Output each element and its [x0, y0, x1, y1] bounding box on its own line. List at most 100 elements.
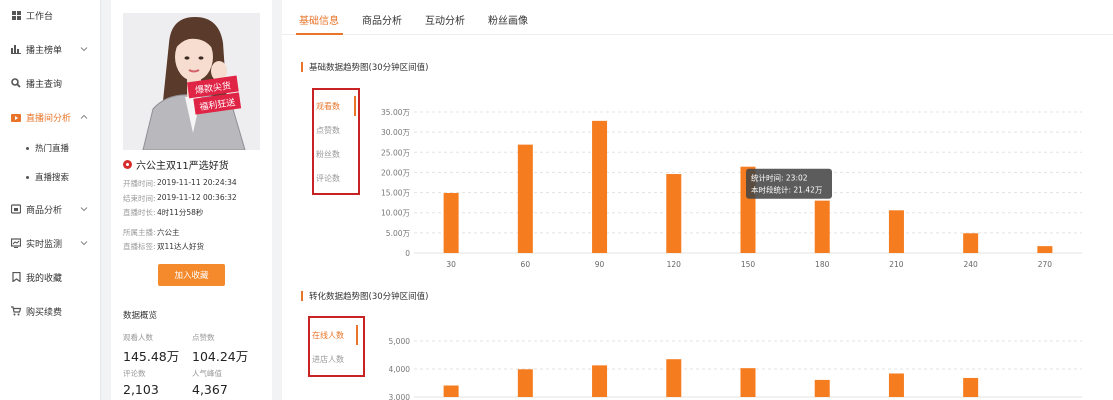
sidebar-item-label: 商品分析 — [26, 205, 63, 216]
basic-chart-title-text: 基础数据趋势图(30分钟区间值) — [309, 63, 429, 73]
end-time-value: 2019-11-12 00:36:32 — [157, 193, 237, 202]
metric-comments[interactable]: 评论数 — [316, 168, 340, 188]
x-tick-label: 90 — [595, 260, 605, 269]
tab-interaction-analysis[interactable]: 互动分析 — [425, 12, 465, 27]
active-tab-indicator — [296, 33, 343, 35]
tab-fan-profile[interactable]: 粉丝画像 — [488, 12, 528, 27]
likes-value: 104.24万 — [192, 349, 249, 364]
bar-120[interactable] — [666, 174, 682, 253]
bar-chart-icon — [11, 44, 21, 54]
owner-value[interactable]: 六公主 — [157, 227, 180, 239]
y-tick-label: 5,000 — [389, 337, 411, 346]
bar-180[interactable] — [814, 200, 830, 253]
sidebar-item-favorites[interactable]: 我的收藏 — [0, 266, 101, 288]
metric-online-users[interactable]: 在线人数 — [312, 325, 344, 345]
metric-store-visits[interactable]: 进店人数 — [312, 349, 344, 369]
main-panel: 基础信息 商品分析 互动分析 粉丝画像 基础数据趋势图(30分钟区间值) 观看数… — [282, 0, 1113, 400]
bar-60[interactable] — [517, 144, 533, 253]
conversion-bar-chart: 3,000 4,000 5,000 — [389, 337, 1082, 400]
bar-180[interactable] — [814, 379, 830, 397]
chevron-up-icon — [79, 112, 89, 122]
sidebar-item-label: 购买续费 — [26, 307, 63, 318]
y-tick-label: 20.00万 — [381, 168, 410, 177]
chevron-down-icon — [79, 44, 89, 54]
metric-views[interactable]: 观看数 — [316, 96, 340, 116]
y-tick-label: 10.00万 — [381, 209, 410, 218]
bar-90[interactable] — [592, 365, 608, 397]
title-accent — [301, 291, 303, 301]
x-tick-label: 120 — [667, 260, 682, 269]
chevron-down-icon — [79, 204, 89, 214]
end-time-label: 结束时间: — [123, 194, 156, 203]
sidebar-item-label: 播主榜单 — [26, 45, 63, 56]
sidebar-item-label: 直播搜索 — [35, 173, 70, 183]
x-tick-label: 180 — [815, 260, 830, 269]
monitor-icon — [11, 238, 21, 248]
bar-60[interactable] — [517, 369, 533, 397]
sidebar-item-label: 我的收藏 — [26, 273, 63, 284]
sidebar-item-label: 播主查询 — [26, 79, 63, 90]
y-tick-label: 30.00万 — [381, 128, 410, 137]
sidebar-item-label: 工作台 — [26, 11, 54, 22]
live-room-card: 爆款尖货 福利狂送 六公主双11严选好货 开播时间: 2019-11-11 20… — [111, 0, 272, 400]
add-favorite-button[interactable]: 加入收藏 — [158, 264, 225, 286]
bar-240[interactable] — [963, 233, 979, 253]
sidebar-subitem-hot-live[interactable]: 热门直播 — [0, 138, 101, 158]
bar-90[interactable] — [592, 120, 608, 253]
tooltip-time: 统计时间: 23:02 — [751, 173, 808, 183]
sidebar: 工作台 播主榜单 播主查询 直播间分析 热门直播 直播搜索 商品分析 实时监测 … — [0, 0, 101, 400]
end-time-row: 结束时间: 2019-11-12 00:36:32 — [123, 193, 237, 205]
duration-label: 直播时长: — [123, 208, 156, 217]
bar-120[interactable] — [666, 359, 682, 397]
sidebar-item-live-analysis[interactable]: 直播间分析 — [0, 106, 101, 128]
x-tick-label: 270 — [1038, 260, 1053, 269]
room-title-text: 六公主双11严选好货 — [136, 160, 229, 172]
sidebar-item-rankings[interactable]: 播主榜单 — [0, 38, 101, 60]
bar-270[interactable] — [1037, 246, 1053, 253]
conversion-chart-title-text: 转化数据趋势图(30分钟区间值) — [309, 292, 429, 302]
conversion-metric-selector: 在线人数 进店人数 — [308, 316, 365, 377]
x-tick-label: 30 — [446, 260, 456, 269]
tab-basic-info[interactable]: 基础信息 — [299, 12, 339, 27]
bookmark-icon — [11, 272, 21, 282]
sidebar-item-purchase[interactable]: 购买续费 — [0, 300, 101, 322]
metric-likes[interactable]: 点赞数 — [316, 120, 340, 140]
sidebar-item-label: 热门直播 — [35, 144, 70, 154]
basic-metric-selector: 观看数 点赞数 粉丝数 评论数 — [312, 88, 360, 195]
bar-30[interactable] — [443, 192, 459, 253]
overview-title: 数据概览 — [123, 311, 158, 321]
tab-product-analysis[interactable]: 商品分析 — [362, 12, 402, 27]
bar-210[interactable] — [888, 373, 904, 397]
bar-150[interactable] — [740, 368, 756, 397]
y-tick-label: 0 — [405, 249, 410, 258]
tag-row: 直播标签: 双11达人好货 — [123, 241, 204, 253]
y-tick-label: 15.00万 — [381, 189, 410, 198]
title-accent — [301, 62, 303, 72]
duration-value: 4时11分58秒 — [157, 208, 204, 217]
sidebar-item-workbench[interactable]: 工作台 — [0, 4, 101, 26]
start-time-label: 开播时间: — [123, 179, 156, 188]
tooltip-value: 本时段统计: 21.42万 — [751, 185, 823, 195]
sidebar-item-product-analysis[interactable]: 商品分析 — [0, 198, 101, 220]
chart-tooltip: 统计时间: 23:02 本时段统计: 21.42万 — [746, 168, 832, 199]
x-tick-label: 60 — [521, 260, 531, 269]
bar-210[interactable] — [888, 210, 904, 253]
sidebar-item-search[interactable]: 播主查询 — [0, 72, 101, 94]
grid-icon — [11, 10, 21, 20]
metric-fans[interactable]: 粉丝数 — [316, 144, 340, 164]
likes-label: 点赞数 — [192, 333, 215, 342]
sidebar-subitem-live-search[interactable]: 直播搜索 — [0, 167, 101, 187]
start-time-row: 开播时间: 2019-11-11 20:24:34 — [123, 178, 237, 190]
y-tick-label: 25.00万 — [381, 148, 410, 157]
sidebar-item-realtime-monitor[interactable]: 实时监测 — [0, 232, 101, 254]
bar-240[interactable] — [963, 377, 979, 397]
bar-30[interactable] — [443, 385, 459, 397]
x-tick-label: 150 — [741, 260, 756, 269]
sidebar-item-label: 直播间分析 — [26, 113, 72, 124]
room-title: 六公主双11严选好货 — [123, 157, 268, 172]
cart-icon — [11, 306, 21, 316]
shop-icon — [11, 204, 21, 214]
y-tick-label: 4,000 — [389, 365, 411, 374]
basic-bar-chart: 0 5.00万 10.00万 15.00万 20.00万 25.00万 30.00万 35.0… — [381, 108, 1082, 269]
x-tick-label: 210 — [889, 260, 904, 269]
